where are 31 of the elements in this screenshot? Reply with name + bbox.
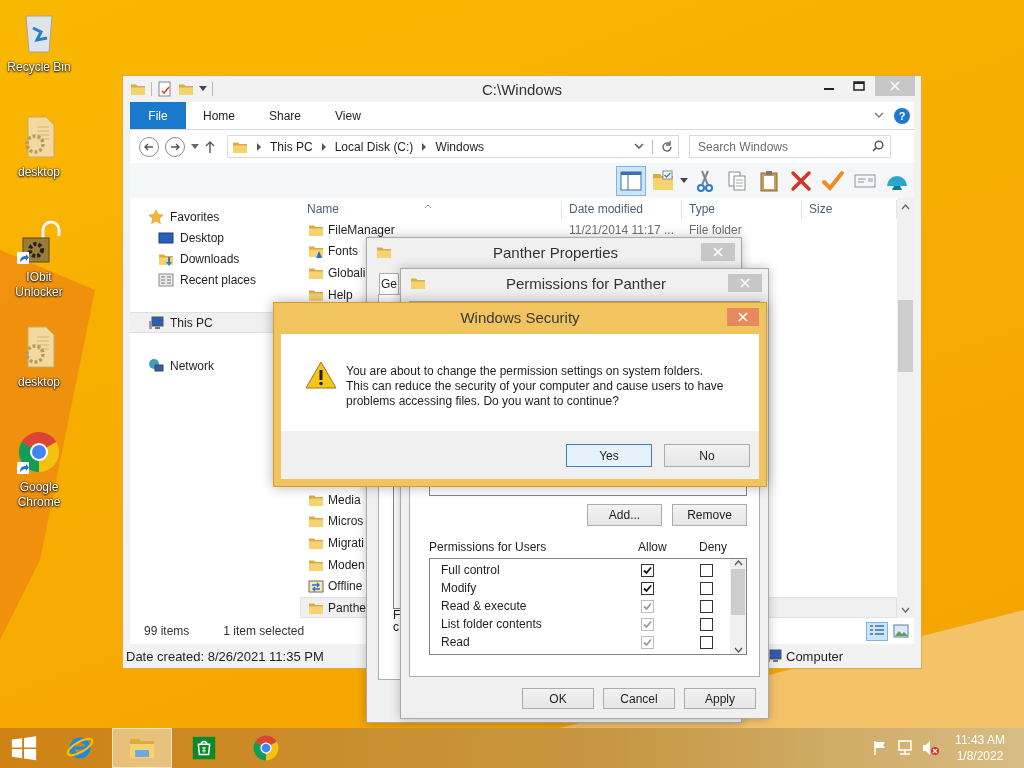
dialog-title: Panther Properties <box>492 243 619 261</box>
permissions-label: Permissions for Users <box>429 540 548 554</box>
dialog-title: Permissions for Panther <box>505 274 667 292</box>
selection-count: 1 item selected <box>223 624 305 638</box>
file-name: Panthe <box>328 600 367 615</box>
date-modified: 11/21/2014 11:17 ... <box>569 222 674 237</box>
permission-name: Full control <box>441 563 501 577</box>
file-name: Help <box>328 287 353 302</box>
window-title: C:\Windows <box>482 80 562 98</box>
file-name: Offline <box>328 579 363 594</box>
file-name: Migrati <box>328 535 364 550</box>
item-count: 99 items <box>144 624 190 638</box>
permission-name: Read & execute <box>441 599 528 613</box>
column-header: Deny <box>699 540 728 554</box>
date-created: Date created: 8/26/2021 11:35 PM <box>126 648 324 664</box>
permission-name: List folder contents <box>441 617 543 631</box>
column-header: Allow <box>638 540 668 554</box>
file-name: Media <box>328 492 361 507</box>
warning-message: You are about to change the permission settings on system folders. This can reduce the security of your computer and cause users to have problems accessing files. Do you want to continue? <box>346 364 724 410</box>
label-text: c <box>393 621 399 633</box>
file-name: FileManager <box>328 222 395 237</box>
file-name: Fonts <box>328 244 358 259</box>
permission-name: Modify <box>441 581 478 595</box>
file-name: Moden <box>328 557 365 572</box>
dialog-title: Windows Security <box>460 308 580 326</box>
location-label: Computer <box>786 648 844 664</box>
permission-name: Read <box>441 635 471 649</box>
label-text: F <box>393 609 401 621</box>
file-name: Micros <box>328 514 364 529</box>
file-type: File folder <box>689 222 742 237</box>
file-name: Globali <box>328 265 366 280</box>
